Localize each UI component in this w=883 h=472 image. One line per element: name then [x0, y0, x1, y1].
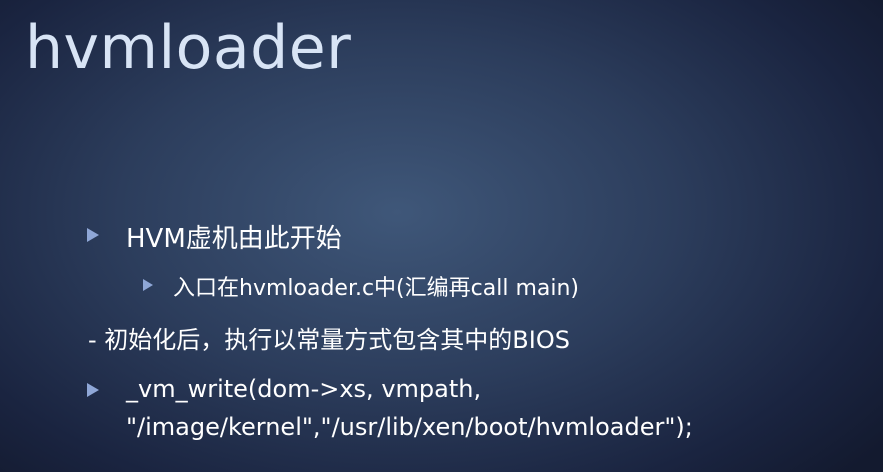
- bullet-text: HVM虚机由此开始: [126, 224, 342, 254]
- dash-bullet-text: - 初始化后，执行以常量方式包含其中的BIOS: [88, 326, 570, 354]
- triangle-bullet-icon: [87, 228, 99, 242]
- triangle-bullet-icon: [87, 383, 99, 397]
- slide-title: hvmloader: [25, 13, 352, 83]
- code-line-2: "/image/kernel","/usr/lib/xen/boot/hvmlo…: [126, 413, 693, 441]
- code-line-1: _vm_write(dom->xs, vmpath,: [126, 375, 482, 403]
- slide: hvmloader HVM虚机由此开始 入口在hvmloader.c中(汇编再c…: [0, 0, 883, 472]
- triangle-bullet-icon: [143, 279, 153, 291]
- sub-bullet-text: 入口在hvmloader.c中(汇编再call main): [173, 276, 579, 301]
